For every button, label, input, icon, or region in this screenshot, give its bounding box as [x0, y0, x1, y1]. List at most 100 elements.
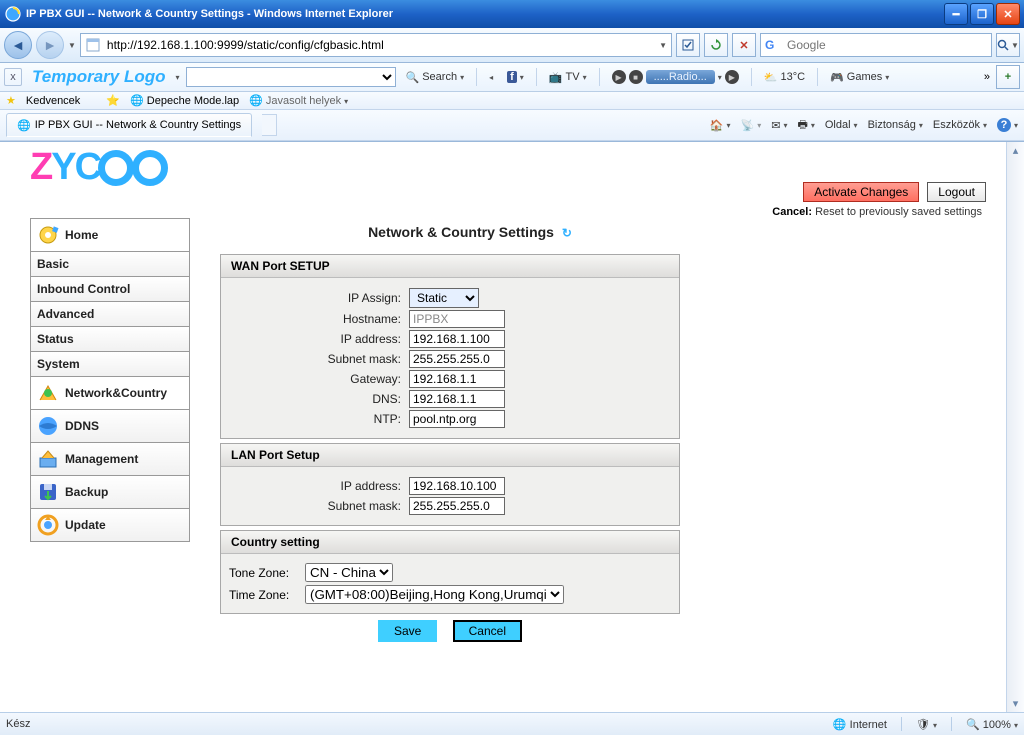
stop-button[interactable]: ✕ — [732, 33, 756, 57]
print-button[interactable]: 🖶▾ — [797, 116, 814, 135]
tv-icon: 📺 — [549, 71, 563, 84]
home-gear-icon — [37, 224, 59, 246]
home-icon: 🏠 — [710, 119, 724, 132]
facebook-button[interactable]: f▾ — [503, 71, 528, 83]
home-button[interactable]: 🏠▾ — [710, 119, 731, 132]
page-menu[interactable]: Oldal▾ — [825, 119, 858, 131]
lan-subnet-input[interactable] — [409, 497, 505, 515]
search-input[interactable] — [783, 38, 991, 52]
gateway-input[interactable] — [409, 370, 505, 388]
minimize-button[interactable]: ━ — [944, 3, 968, 25]
feeds-button[interactable]: 📡▾ — [741, 119, 762, 132]
zoom-icon: 🔍 — [966, 719, 980, 731]
nav-prev-button[interactable]: ◂ — [485, 73, 497, 82]
sidebar-item-advanced[interactable]: Advanced — [30, 301, 190, 326]
nav-dropdown-icon[interactable]: ▼ — [68, 41, 76, 50]
wan-ip-input[interactable] — [409, 330, 505, 348]
refresh-icon[interactable]: ↻ — [562, 226, 572, 240]
sidebar-item-network-country[interactable]: Network&Country — [30, 376, 190, 409]
ip-assign-select[interactable]: Static — [409, 288, 479, 308]
favorites-star-icon[interactable]: ★ — [6, 94, 16, 107]
dns-input[interactable] — [409, 390, 505, 408]
read-mail-button[interactable]: ✉▾ — [771, 119, 787, 132]
maximize-button[interactable]: ❐ — [970, 3, 994, 25]
sidebar-item-management[interactable]: Management — [30, 442, 190, 475]
new-tab-button[interactable] — [262, 114, 277, 136]
toolbar-add-button[interactable]: + — [996, 65, 1020, 89]
toolbar-search-combo[interactable] — [186, 67, 396, 87]
zone-indicator[interactable]: 🌐 Internet — [833, 718, 887, 731]
fav-folder-icon: ⭐ — [106, 94, 120, 107]
tv-button[interactable]: 📺TV▾ — [545, 71, 591, 84]
hostname-input[interactable] — [409, 310, 505, 328]
scroll-up-icon[interactable]: ▴ — [1007, 142, 1024, 159]
zoom-control[interactable]: 🔍 100% ▾ — [966, 718, 1018, 731]
browser-search[interactable]: G — [760, 33, 992, 57]
sidebar-item-system[interactable]: System — [30, 351, 190, 376]
help-icon: ? — [997, 118, 1011, 132]
ip-assign-label: IP Assign: — [231, 291, 401, 305]
wan-panel: WAN Port SETUP IP Assign: Static Hostnam… — [220, 254, 680, 439]
zycoo-logo: ZYC — [30, 146, 168, 189]
tab-favicon: 🌐 — [17, 119, 31, 132]
ntp-input[interactable] — [409, 410, 505, 428]
fav-depeche[interactable]: 🌐 Depeche Mode.lap — [130, 94, 239, 107]
radio-next-icon[interactable]: ▶ — [725, 70, 739, 84]
print-icon: 🖶 — [797, 116, 807, 135]
cancel-button[interactable]: Cancel — [453, 620, 522, 642]
address-input[interactable] — [105, 37, 659, 53]
security-menu[interactable]: Biztonság▾ — [868, 119, 923, 131]
radio-prev-icon[interactable]: ▶ — [612, 70, 626, 84]
save-button[interactable]: Save — [378, 620, 437, 642]
active-tab[interactable]: 🌐 IP PBX GUI -- Network & Country Settin… — [6, 113, 252, 137]
compat-button[interactable] — [676, 33, 700, 57]
sidebar-item-ddns[interactable]: DDNS — [30, 409, 190, 442]
hostname-label: Hostname: — [231, 312, 401, 326]
status-ready: Kész — [6, 718, 30, 730]
weather-button[interactable]: ⛅13°C — [760, 71, 809, 84]
tab-strip: 🌐 IP PBX GUI -- Network & Country Settin… — [0, 110, 1024, 141]
rss-icon: 📡 — [741, 119, 755, 132]
sidebar-item-update[interactable]: Update — [30, 508, 190, 542]
time-zone-label: Time Zone: — [229, 588, 301, 602]
activate-changes-button[interactable]: Activate Changes — [803, 182, 919, 202]
help-button[interactable]: ?▾ — [997, 118, 1018, 132]
protected-mode-icon[interactable]: 🛡 ▾ — [916, 718, 937, 731]
games-button[interactable]: 🎮Games▾ — [826, 71, 893, 84]
wan-subnet-input[interactable] — [409, 350, 505, 368]
dns-label: DNS: — [231, 392, 401, 406]
lan-ip-input[interactable] — [409, 477, 505, 495]
facebook-icon: f — [507, 71, 517, 83]
command-bar: 🏠▾ 📡▾ ✉▾ 🖶▾ Oldal▾ Biztonság▾ Eszközök▾ … — [710, 116, 1018, 135]
favorites-label[interactable]: Kedvencek — [26, 95, 80, 107]
refresh-button[interactable] — [704, 33, 728, 57]
radio-widget[interactable]: ▶ ■ .....Radio... ▾ ▶ — [608, 70, 743, 84]
sidebar-item-home[interactable]: Home — [30, 218, 190, 251]
mail-icon: ✉ — [771, 119, 780, 132]
update-icon — [37, 514, 59, 536]
forward-button[interactable]: ► — [36, 31, 64, 59]
tools-menu[interactable]: Eszközök▾ — [933, 119, 987, 131]
search-go-button[interactable]: ▼ — [996, 33, 1020, 57]
toolbar-search-button[interactable]: 🔍 Search ▾ — [402, 71, 469, 84]
close-button[interactable]: ✕ — [996, 3, 1020, 25]
address-bar[interactable]: ▼ — [80, 33, 672, 57]
vertical-scrollbar[interactable]: ▴ ▾ — [1006, 142, 1024, 712]
sidebar-item-status[interactable]: Status — [30, 326, 190, 351]
sidebar-item-backup[interactable]: Backup — [30, 475, 190, 508]
sidebar-item-inbound[interactable]: Inbound Control — [30, 276, 190, 301]
tone-zone-select[interactable]: CN - China — [305, 563, 393, 582]
wan-panel-header: WAN Port SETUP — [221, 255, 679, 278]
ntp-label: NTP: — [231, 412, 401, 426]
logo-dropdown-icon[interactable]: ▾ — [176, 73, 180, 82]
address-dropdown-icon[interactable]: ▼ — [659, 41, 667, 50]
sidebar-item-basic[interactable]: Basic — [30, 251, 190, 276]
scroll-down-icon[interactable]: ▾ — [1007, 695, 1024, 712]
time-zone-select[interactable]: (GMT+08:00)Beijing,Hong Kong,Urumqi — [305, 585, 564, 604]
fav-suggested-sites[interactable]: 🌐 Javasolt helyek ▾ — [249, 94, 348, 107]
toolbar-close-button[interactable]: x — [4, 68, 22, 86]
radio-stop-icon[interactable]: ■ — [629, 70, 643, 84]
back-button[interactable]: ◄ — [4, 31, 32, 59]
logout-button[interactable]: Logout — [927, 182, 986, 202]
toolbar-more-icon[interactable]: » — [984, 71, 990, 83]
